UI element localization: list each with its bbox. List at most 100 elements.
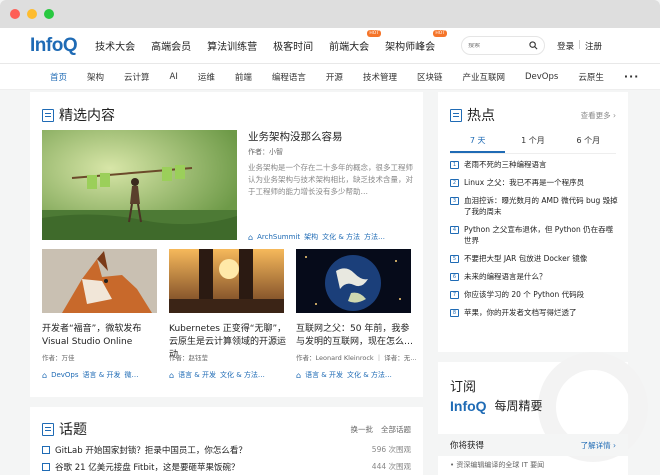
- topic-icon: [42, 446, 50, 454]
- tag-link[interactable]: 架构: [304, 232, 318, 242]
- document-icon: [42, 108, 54, 122]
- topic-row[interactable]: GitLab 开始国家封锁？拒录中国员工，你怎么看？ 596 次围观: [42, 444, 411, 456]
- tag-link[interactable]: 微…: [124, 370, 138, 380]
- close-window-icon[interactable]: [10, 9, 20, 19]
- card-tags-3: ⌂ 语言 & 开发 文化 & 方法…: [296, 370, 414, 380]
- category-item[interactable]: 产业互联网: [462, 71, 505, 83]
- tag-link[interactable]: 语言 & 开发: [305, 370, 343, 380]
- category-item[interactable]: 区块链: [417, 71, 443, 83]
- rank-icon: 6: [450, 273, 459, 281]
- category-item[interactable]: 编程语言: [272, 71, 306, 83]
- hot-tab[interactable]: 6 个月: [561, 135, 616, 153]
- category-item[interactable]: 运维: [198, 71, 215, 83]
- hot-tab[interactable]: 1 个月: [505, 135, 560, 153]
- tag-link[interactable]: 文化 & 方法…: [347, 370, 392, 380]
- topics-title-group: 话题: [42, 419, 87, 439]
- hot-list-item[interactable]: 7 你应该学习的 20 个 Python 代码段: [450, 289, 620, 300]
- card-title-3[interactable]: 互联网之父：50 年前，我参与发明的互联网，现在怎么…: [296, 323, 414, 349]
- category-item[interactable]: 首页: [50, 71, 67, 83]
- hot-more-link[interactable]: 查看更多 ›: [581, 110, 616, 121]
- tag-link[interactable]: 语言 & 开发: [178, 370, 216, 380]
- tag-link[interactable]: DevOps: [51, 371, 78, 379]
- rank-icon: 1: [450, 161, 459, 169]
- category-item[interactable]: 前端: [235, 71, 252, 83]
- tag-link[interactable]: ArchSummit: [257, 233, 300, 241]
- tag-icon: ⌂: [42, 370, 48, 380]
- hot-list-item[interactable]: 5 不要把大型 JAR 包放进 Docker 镜像: [450, 253, 620, 264]
- card-title-1[interactable]: 开发者“福音”，微软发布Visual Studio Online: [42, 323, 160, 349]
- document-icon: [450, 108, 462, 122]
- top-menu-item[interactable]: 技术大会: [95, 38, 135, 53]
- hash-icon: [42, 422, 54, 436]
- category-item[interactable]: 开源: [326, 71, 343, 83]
- hot-title: 热点: [467, 108, 495, 124]
- top-menu-item[interactable]: 前端大会 HOT: [329, 30, 382, 53]
- hot-list-item[interactable]: 8 苹果，你的开发者文档写得烂透了: [450, 307, 620, 318]
- maximize-window-icon[interactable]: [44, 9, 54, 19]
- card-image-3[interactable]: [296, 249, 411, 313]
- tag-icon: ⌂: [169, 370, 175, 380]
- featured-article-author[interactable]: 作者：小智: [248, 147, 283, 157]
- top-menu-item[interactable]: 极客时间: [273, 38, 313, 53]
- hot-item-text: Linux 之父：我已不再是一个程序员: [464, 178, 585, 187]
- card-author-1[interactable]: 作者：万佳: [42, 352, 75, 362]
- auth-links: 登录 | 注册: [557, 40, 602, 52]
- learn-more-link[interactable]: 了解详情 ›: [581, 440, 616, 451]
- register-link[interactable]: 注册: [585, 40, 602, 52]
- hot-list-item[interactable]: 3 血泪控诉：曝光数月的 AMD 微代码 bug 毁掉了我的周末: [450, 195, 620, 217]
- more-categories-icon[interactable]: ···: [624, 70, 640, 83]
- card-author-3[interactable]: 作者：Leonard Kleinrock ｜ 译者：无…: [296, 352, 416, 362]
- hot-tabs: 7 天1 个月 6 个月: [450, 135, 616, 154]
- top-menu-item[interactable]: 架构师峰会 HOT: [385, 30, 448, 53]
- featured-article-desc: 业务架构是一个存在二十多年的概念，很多工程师认为业务架构与技术架构相比，缺乏技术…: [248, 163, 413, 196]
- infoq-logo[interactable]: InfoQ: [30, 35, 78, 57]
- category-item[interactable]: DevOps: [525, 72, 558, 82]
- card-image-1[interactable]: [42, 249, 157, 313]
- topic-actions: 换一批 全部话题: [351, 424, 412, 435]
- refresh-topics-link[interactable]: 换一批: [351, 424, 374, 435]
- hot-list-item[interactable]: 6 未来的编程语言是什么？: [450, 271, 620, 282]
- featured-image[interactable]: [42, 130, 237, 240]
- subscribe-weekly: 每周精要: [494, 399, 543, 413]
- tag-link[interactable]: 文化 & 方法: [322, 232, 360, 242]
- hot-panel: 热点 查看更多 › 7 天1 个月 6 个月 1 老雨不死的三种编程语言 2 Linux…: [438, 92, 628, 352]
- benefits-label: 你将获得: [450, 441, 485, 451]
- top-menu-label: 极客时间: [273, 42, 314, 53]
- top-menu-label: 前端大会: [329, 42, 370, 53]
- subscribe-title: 订阅: [450, 380, 477, 395]
- category-item[interactable]: 技术管理: [363, 71, 397, 83]
- category-item[interactable]: 云计算: [124, 71, 150, 83]
- tag-link[interactable]: 语言 & 开发: [83, 370, 121, 380]
- hot-list-item[interactable]: 2 Linux 之父：我已不再是一个程序员: [450, 177, 620, 188]
- hot-tab[interactable]: 7 天: [450, 135, 506, 153]
- rank-icon: 7: [450, 291, 459, 299]
- search-box[interactable]: [461, 36, 546, 55]
- top-menu-label: 算法训练营: [207, 42, 258, 53]
- topic-icon: [42, 463, 50, 471]
- card-author-2[interactable]: 作者：赵钰莹: [169, 352, 208, 362]
- subscribe-brand: InfoQ 每周精要: [450, 397, 543, 414]
- tag-link[interactable]: 方法…: [364, 232, 385, 242]
- top-menu-label: 技术大会: [95, 42, 136, 53]
- tag-link[interactable]: 文化 & 方法…: [220, 370, 265, 380]
- top-menu-item[interactable]: 算法训练营: [207, 38, 257, 53]
- category-item[interactable]: 云原生: [578, 71, 604, 83]
- minimize-window-icon[interactable]: [27, 9, 37, 19]
- login-link[interactable]: 登录: [557, 40, 574, 52]
- top-menu-item[interactable]: 高端会员: [151, 38, 191, 53]
- category-item[interactable]: 架构: [87, 71, 104, 83]
- search-input[interactable]: [468, 42, 525, 49]
- topic-row[interactable]: 谷歌 21 亿美元接盘 Fitbit，这是要砸苹果饭碗？ 444 次围观: [42, 461, 411, 473]
- top-menu-label: 高端会员: [151, 42, 192, 53]
- featured-article-title[interactable]: 业务架构没那么容易: [248, 129, 343, 144]
- hot-item-text: Python 之父宣布退休，但 Python 仍在吞噬世界: [464, 225, 614, 245]
- category-item[interactable]: AI: [170, 72, 178, 82]
- top-navigation: InfoQ 技术大会 高端会员 算法训练营 极客时间 前端大会HOT架构师峰会HOT 登…: [0, 28, 660, 64]
- card-image-2[interactable]: [169, 249, 284, 313]
- hot-list-item[interactable]: 1 老雨不死的三种编程语言: [450, 159, 620, 170]
- rank-icon: 5: [450, 255, 459, 263]
- search-icon[interactable]: [529, 41, 538, 50]
- hot-list-item[interactable]: 4 Python 之父宣布退休，但 Python 仍在吞噬世界: [450, 224, 620, 246]
- all-topics-link[interactable]: 全部话题: [381, 424, 411, 435]
- tag-icon: ⌂: [248, 232, 254, 242]
